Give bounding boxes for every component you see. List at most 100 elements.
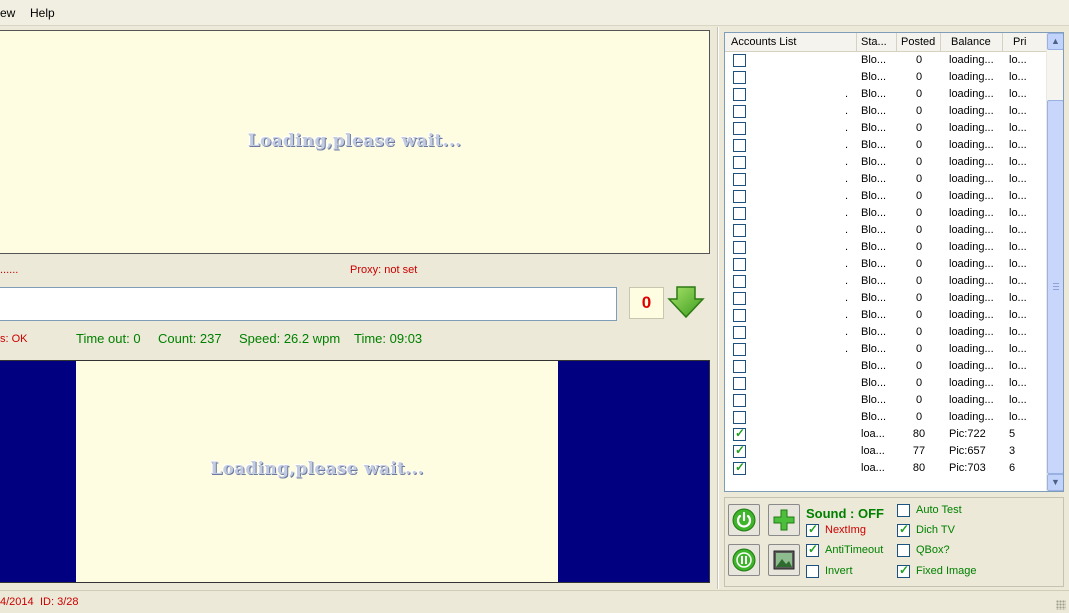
option-checkbox[interactable]	[806, 565, 819, 578]
col-balance[interactable]: Balance	[941, 33, 1003, 52]
row-checkbox[interactable]	[733, 343, 746, 356]
table-row[interactable]: . Blo... 0 loading... lo...	[725, 205, 1047, 222]
row-checkbox[interactable]	[733, 54, 746, 67]
row-checkbox[interactable]	[733, 460, 746, 475]
status-text-left: ......	[0, 264, 19, 276]
scroll-up-icon[interactable]: ▲	[1047, 33, 1063, 50]
row-checkbox[interactable]	[733, 394, 746, 407]
table-row[interactable]: . Blo... 0 loading... lo...	[725, 154, 1047, 171]
row-checkbox[interactable]	[733, 122, 746, 135]
row-checkbox[interactable]	[733, 71, 746, 84]
col-accounts-list[interactable]: Accounts List	[725, 33, 857, 52]
posted-cell: 0	[915, 139, 923, 151]
account-name: .	[845, 241, 849, 253]
priority-cell: 6	[1009, 462, 1016, 474]
table-row[interactable]: . Blo... 0 loading... lo...	[725, 222, 1047, 239]
row-checkbox[interactable]	[733, 443, 746, 458]
table-row[interactable]: . Blo... 0 loading... lo...	[725, 86, 1047, 103]
table-row[interactable]: . Blo... 0 loading... lo...	[725, 171, 1047, 188]
table-row[interactable]: . Blo... 0 loading... lo...	[725, 239, 1047, 256]
speed-stat: Speed: 26.2 wpm	[239, 331, 341, 346]
table-row[interactable]: . Blo... 0 loading... lo...	[725, 341, 1047, 358]
accounts-list[interactable]: Accounts List Sta... Posted Balance Pri …	[724, 32, 1064, 492]
row-checkbox[interactable]	[733, 309, 746, 322]
priority-cell: lo...	[1009, 360, 1027, 372]
add-account-button[interactable]	[768, 504, 800, 536]
col-priority[interactable]: Pri	[1003, 33, 1047, 52]
panel-divider[interactable]	[717, 27, 719, 589]
option-label: NextImg	[825, 524, 866, 536]
count-stat: Count: 237	[158, 331, 222, 346]
option-checkbox[interactable]	[806, 542, 819, 557]
table-row[interactable]: Blo... 0 loading... lo...	[725, 409, 1047, 426]
table-row[interactable]: Blo... 0 loading... lo...	[725, 375, 1047, 392]
table-row[interactable]: loa... 80 Pic:703 6	[725, 460, 1047, 477]
scroll-thumb[interactable]	[1047, 100, 1063, 474]
arrow-down-icon[interactable]	[667, 283, 705, 321]
table-row[interactable]: loa... 80 Pic:722 5	[725, 426, 1047, 443]
row-checkbox[interactable]	[733, 139, 746, 152]
row-checkbox[interactable]	[733, 173, 746, 186]
option-label: Fixed Image	[916, 565, 977, 577]
accounts-rows: Blo... 0 loading... lo... Blo... 0 loading... l…	[725, 52, 1047, 477]
captcha-input[interactable]	[0, 287, 617, 321]
table-row[interactable]: . Blo... 0 loading... lo...	[725, 324, 1047, 341]
resize-grip-icon[interactable]	[1056, 600, 1066, 610]
option-checkbox[interactable]	[897, 544, 910, 557]
row-checkbox[interactable]	[733, 292, 746, 305]
image-button[interactable]	[768, 544, 800, 576]
row-checkbox[interactable]	[733, 360, 746, 373]
accounts-scrollbar[interactable]: ▲ ▼	[1046, 33, 1063, 491]
counter-display: 0	[629, 287, 664, 319]
table-row[interactable]: Blo... 0 loading... lo...	[725, 69, 1047, 86]
account-name: .	[845, 343, 849, 355]
row-checkbox[interactable]	[733, 411, 746, 424]
table-row[interactable]: . Blo... 0 loading... lo...	[725, 256, 1047, 273]
option-checkbox[interactable]	[897, 504, 910, 517]
col-status[interactable]: Sta...	[857, 33, 897, 52]
priority-cell: lo...	[1009, 105, 1027, 117]
priority-cell: lo...	[1009, 207, 1027, 219]
row-checkbox[interactable]	[733, 258, 746, 271]
row-checkbox[interactable]	[733, 105, 746, 118]
row-checkbox[interactable]	[733, 426, 746, 441]
option-checkbox[interactable]	[897, 522, 910, 537]
col-posted[interactable]: Posted	[897, 33, 941, 52]
balance-cell: loading...	[949, 71, 994, 83]
table-row[interactable]: loa... 77 Pic:657 3	[725, 443, 1047, 460]
table-row[interactable]: Blo... 0 loading... lo...	[725, 358, 1047, 375]
table-row[interactable]: . Blo... 0 loading... lo...	[725, 120, 1047, 137]
table-row[interactable]: Blo... 0 loading... lo...	[725, 52, 1047, 69]
row-checkbox[interactable]	[733, 88, 746, 101]
table-row[interactable]: . Blo... 0 loading... lo...	[725, 137, 1047, 154]
row-checkbox[interactable]	[733, 207, 746, 220]
table-row[interactable]: . Blo... 0 loading... lo...	[725, 188, 1047, 205]
menu-help[interactable]: Help	[30, 6, 55, 20]
power-button[interactable]	[728, 504, 760, 536]
table-row[interactable]: . Blo... 0 loading... lo...	[725, 290, 1047, 307]
sound-status[interactable]: Sound : OFF	[806, 506, 884, 521]
table-row[interactable]: . Blo... 0 loading... lo...	[725, 103, 1047, 120]
row-checkbox[interactable]	[733, 190, 746, 203]
row-checkbox[interactable]	[733, 377, 746, 390]
status-cell: Blo...	[861, 122, 887, 134]
posted-cell: 0	[915, 241, 923, 253]
option-checkbox[interactable]	[806, 522, 819, 537]
menu-view[interactable]: ew	[0, 6, 15, 20]
table-row[interactable]: . Blo... 0 loading... lo...	[725, 273, 1047, 290]
scroll-down-icon[interactable]: ▼	[1047, 474, 1063, 491]
table-row[interactable]: . Blo... 0 loading... lo...	[725, 307, 1047, 324]
row-checkbox[interactable]	[733, 156, 746, 169]
row-checkbox[interactable]	[733, 224, 746, 237]
option-checkbox[interactable]	[897, 563, 910, 578]
priority-cell: lo...	[1009, 258, 1027, 270]
row-checkbox[interactable]	[733, 241, 746, 254]
row-checkbox[interactable]	[733, 326, 746, 339]
table-row[interactable]: Blo... 0 loading... lo...	[725, 392, 1047, 409]
priority-cell: lo...	[1009, 241, 1027, 253]
row-checkbox[interactable]	[733, 275, 746, 288]
pause-button[interactable]	[728, 544, 760, 576]
status-cell: Blo...	[861, 258, 887, 270]
balance-cell: loading...	[949, 258, 994, 270]
status-cell: Blo...	[861, 54, 887, 66]
